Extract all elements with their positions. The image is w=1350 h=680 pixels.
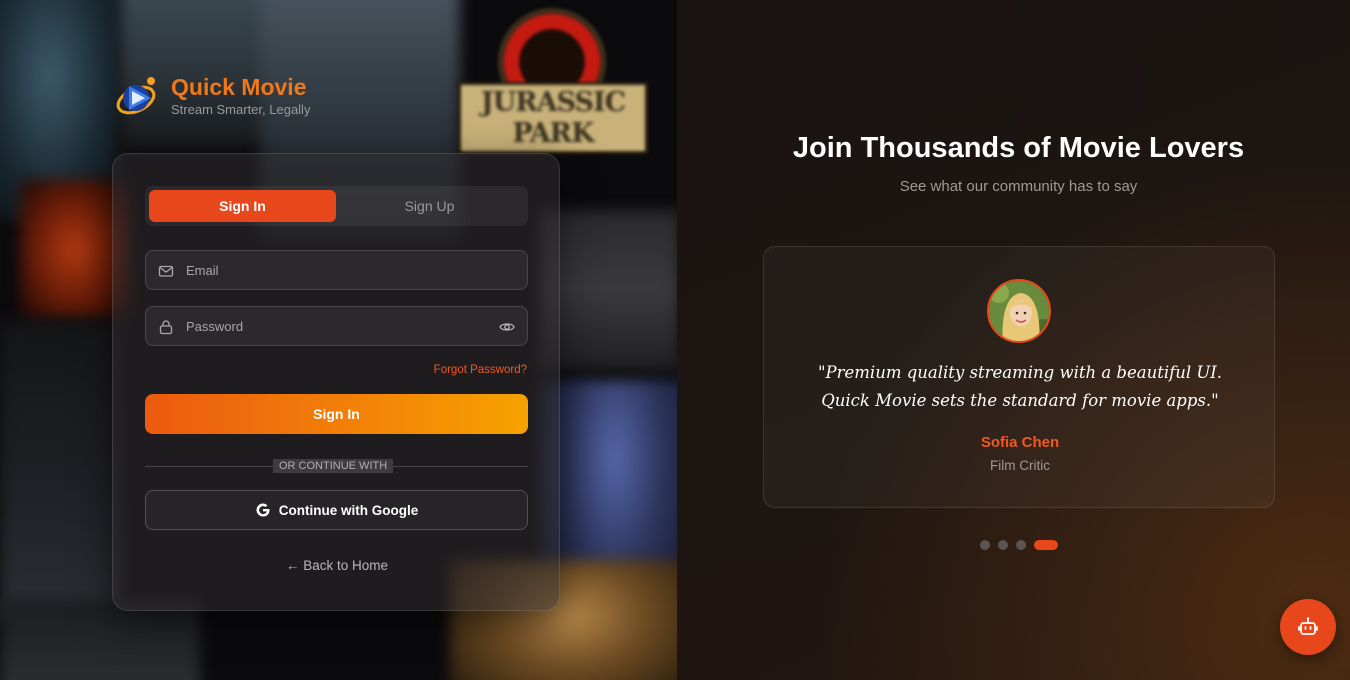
auth-card: Sign In Sign Up Forgot Password? Sign In…	[112, 153, 560, 611]
brand-logo-icon	[115, 72, 161, 118]
testimonial-subheading: See what our community has to say	[899, 178, 1138, 195]
tab-sign-up[interactable]: Sign Up	[336, 190, 523, 222]
poster-logo: JURASSIC PARK	[458, 8, 648, 154]
google-signin-button[interactable]: Continue with Google	[145, 490, 528, 530]
poster-bg	[540, 210, 677, 370]
carousel-dot-active[interactable]	[1034, 540, 1058, 550]
poster-bg	[0, 320, 120, 620]
auth-tabs: Sign In Sign Up	[145, 186, 528, 226]
email-input[interactable]	[186, 251, 486, 289]
carousel-dot[interactable]	[1016, 540, 1026, 550]
chatbot-button[interactable]	[1280, 599, 1336, 655]
carousel-dot[interactable]	[998, 540, 1008, 550]
testimonial-quote: "Premium quality streaming with a beauti…	[817, 363, 1223, 410]
carousel-pagination	[980, 540, 1058, 550]
mail-icon	[158, 263, 174, 279]
password-field[interactable]	[145, 306, 528, 346]
lock-icon	[158, 319, 174, 335]
testimonial-heading: Join Thousands of Movie Lovers	[792, 132, 1245, 164]
testimonial-card: "Premium quality streaming with a beauti…	[763, 246, 1275, 508]
google-button-label: Continue with Google	[278, 502, 419, 518]
avatar	[987, 279, 1051, 343]
testimonial-panel: Join Thousands of Movie Lovers See what …	[677, 0, 1350, 680]
testimonial-role: Film Critic	[990, 458, 1050, 473]
email-field[interactable]	[145, 250, 528, 290]
forgot-password-link[interactable]: Forgot Password?	[434, 364, 527, 376]
hero-left-panel: JURASSIC PARK Quick Movie Stream Smarter…	[0, 0, 677, 680]
back-to-home-link[interactable]: ← Back to Home	[113, 558, 561, 573]
carousel-dot[interactable]	[980, 540, 990, 550]
tab-sign-in[interactable]: Sign In	[149, 190, 336, 222]
testimonial-author: Sofia Chen	[980, 434, 1060, 451]
brand-title: Quick Movie	[171, 74, 307, 100]
poster-logo-text: JURASSIC PARK	[458, 82, 648, 154]
robot-icon	[1298, 617, 1318, 635]
divider-label: OR CONTINUE WITH	[273, 459, 394, 473]
eye-icon[interactable]	[499, 319, 515, 335]
brand-tagline: Stream Smarter, Legally	[171, 102, 311, 117]
sign-in-button[interactable]: Sign In	[145, 394, 528, 434]
google-icon	[256, 503, 270, 517]
brand[interactable]: Quick Movie Stream Smarter, Legally	[115, 72, 310, 118]
poster-bg	[0, 600, 200, 680]
password-input[interactable]	[186, 307, 486, 345]
